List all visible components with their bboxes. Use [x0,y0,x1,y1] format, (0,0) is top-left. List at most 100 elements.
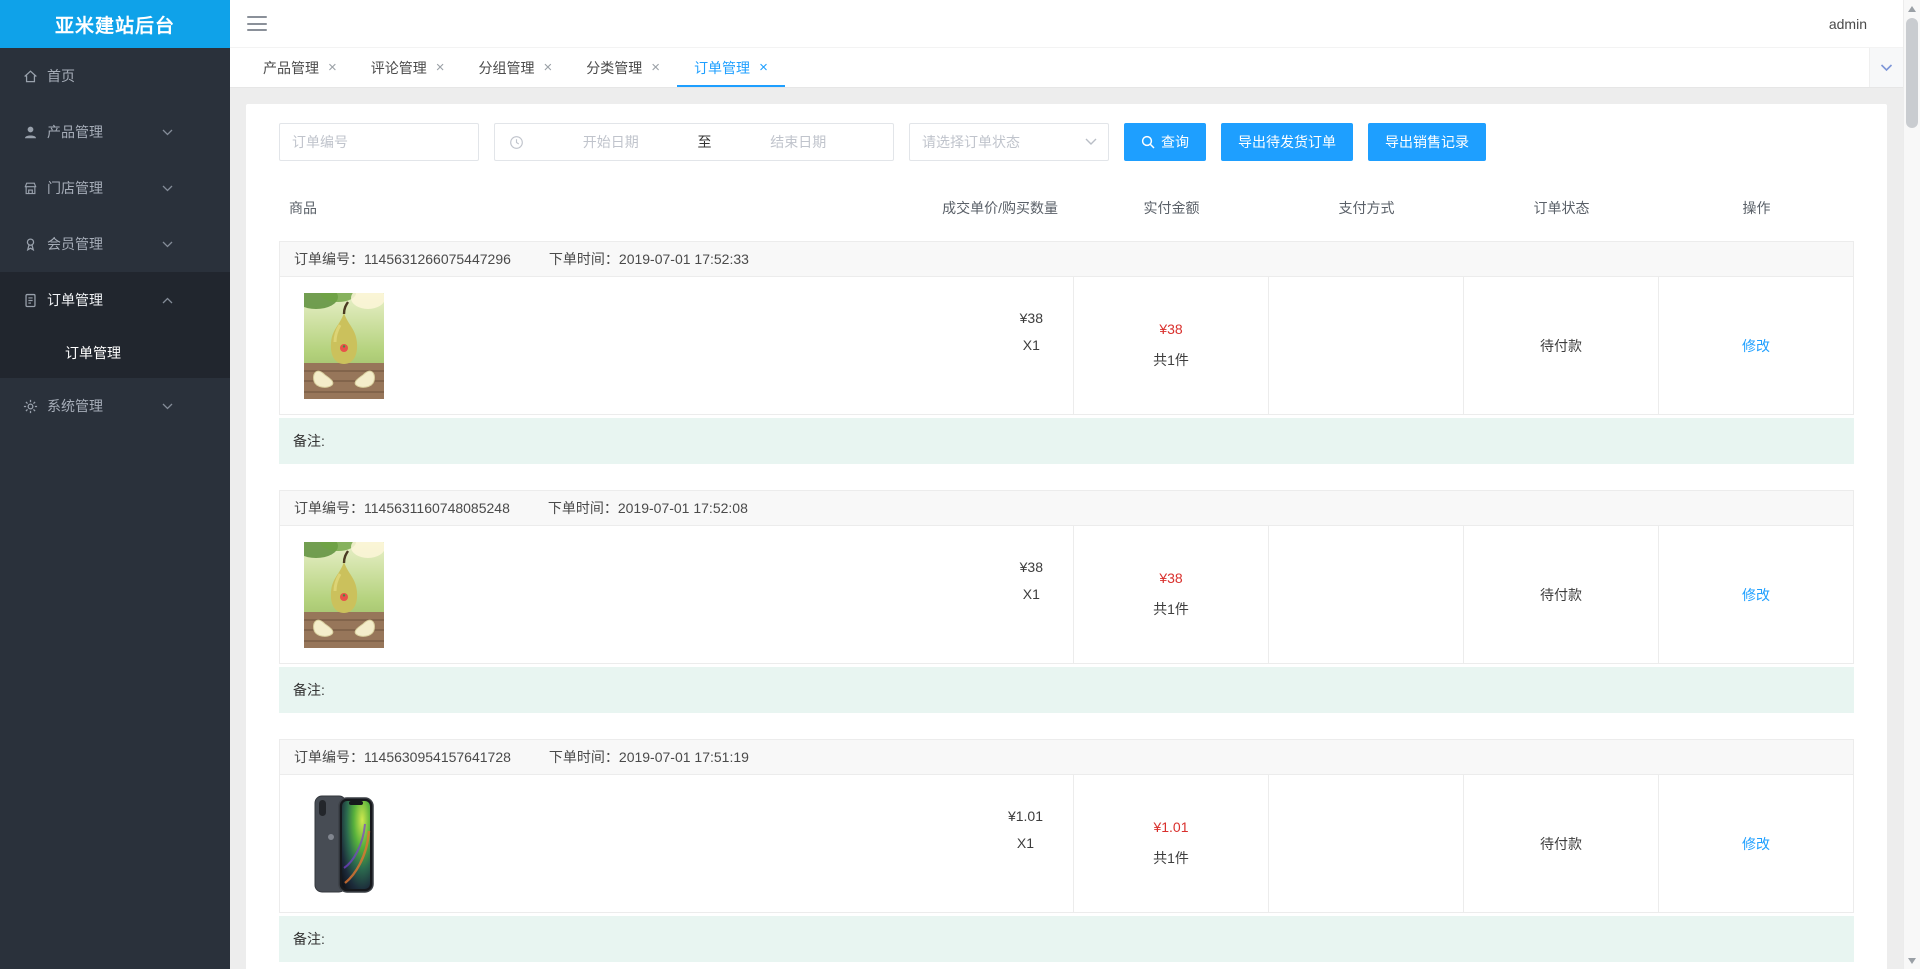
unit-price: ¥38 [1019,559,1043,575]
order-block: 订单编号：1145630954157641728 下单时间：2019-07-01 … [279,739,1854,962]
sidebar-item-3[interactable]: 会员管理 [0,216,230,272]
order-status: 待付款 [1540,337,1582,354]
chevron-down-icon [162,403,173,410]
order-row: ¥38 X1 ¥38 共1件 待付款 修改 [279,277,1854,415]
quantity: X1 [1016,835,1035,851]
order-status-placeholder: 请选择订单状态 [922,134,1020,150]
gear-icon [22,398,39,415]
action-cell: 修改 [1658,526,1853,663]
product-cell: ¥1.01 X1 [280,775,1073,912]
paid-amount-cell: ¥1.01 共1件 [1073,775,1268,912]
paid-amount-cell: ¥38 共1件 [1073,526,1268,663]
quantity: X1 [1022,586,1040,602]
product-cell: ¥38 X1 [280,526,1073,663]
modify-link[interactable]: 修改 [1742,336,1770,356]
action-cell: 修改 [1658,277,1853,414]
tab-4[interactable]: 订单管理 × [677,48,785,87]
order-status-select[interactable]: 请选择订单状态 [909,123,1109,161]
table-header: 商品 成交单价/购买数量 实付金额 支付方式 订单状态 操作 [279,188,1854,228]
top-bar: admin [230,0,1903,48]
order-header-strip: 订单编号：1145631266075447296 下单时间：2019-07-01 … [279,241,1854,277]
item-count: 共1件 [1153,850,1189,866]
chevron-down-icon [1085,138,1097,146]
scrollbar-up-arrow[interactable] [1904,0,1920,17]
tab-bar: 产品管理 × 评论管理 × 分组管理 × 分类管理 × 订单管理 × [230,48,1903,88]
remark-row: 备注: [279,916,1854,962]
tab-close-icon[interactable]: × [544,60,553,75]
hamburger-menu-icon[interactable] [247,16,267,31]
home-icon [22,68,39,85]
chevron-down-icon [162,185,173,192]
paid-amount: ¥38 [1159,321,1183,337]
sidebar-item-label: 产品管理 [47,124,103,140]
price-quantity: ¥38 X1 [1020,542,1043,647]
header-unit-price-qty: 成交单价/购买数量 [942,200,1058,216]
sidebar-item-1[interactable]: 产品管理 [0,104,230,160]
sidebar: 亚米建站后台 首页 产品管理 门店管理 会员管理 订单管理 订单管理 系统管理 [0,0,230,969]
clock-icon [509,135,524,150]
tab-label: 订单管理 [694,59,751,76]
order-time: 下单时间：2019-07-01 17:52:08 [547,500,748,516]
chevron-down-icon [1880,59,1893,77]
tab-2[interactable]: 分组管理 × [462,48,570,87]
date-start-field[interactable]: 开始日期 [530,132,692,152]
tab-close-icon[interactable]: × [328,60,337,75]
orders-list: 订单编号：1145631266075447296 下单时间：2019-07-01 … [279,241,1854,962]
order-block: 订单编号：1145631160748085248 下单时间：2019-07-01 … [279,490,1854,713]
tab-close-icon[interactable]: × [759,60,768,75]
date-range-picker[interactable]: 开始日期 至 结束日期 [494,123,894,161]
modify-link[interactable]: 修改 [1742,585,1770,605]
sidebar-item-2[interactable]: 门店管理 [0,160,230,216]
scrollbar-down-arrow[interactable] [1904,952,1920,969]
tab-label: 分组管理 [478,59,535,76]
modify-link[interactable]: 修改 [1742,834,1770,854]
sidebar-item-5[interactable]: 系统管理 [0,378,230,434]
tab-1[interactable]: 评论管理 × [354,48,462,87]
search-button[interactable]: 查询 [1124,123,1206,161]
tab-close-icon[interactable]: × [436,60,445,75]
tab-0[interactable]: 产品管理 × [246,48,354,87]
sidebar-item-label: 系统管理 [47,398,103,414]
date-end-field[interactable]: 结束日期 [718,132,880,152]
user-menu[interactable]: admin [1829,16,1867,32]
app-logo[interactable]: 亚米建站后台 [0,0,230,48]
price-quantity: ¥38 X1 [1020,293,1043,398]
sidebar-item-label: 门店管理 [47,180,103,196]
remark-row: 备注: [279,418,1854,464]
unit-price: ¥38 [1019,310,1043,326]
tab-more-button[interactable] [1869,48,1903,87]
order-time: 下单时间：2019-07-01 17:51:19 [548,749,749,765]
vertical-scrollbar[interactable] [1903,0,1920,969]
sidebar-subitem-0[interactable]: 订单管理 [0,328,230,378]
order-status: 待付款 [1540,835,1582,852]
action-cell: 修改 [1658,775,1853,912]
store-icon [22,180,39,197]
sidebar-group: 订单管理 订单管理 [0,272,230,378]
chevron-down-icon [162,241,173,248]
order-row: ¥1.01 X1 ¥1.01 共1件 待付款 修改 [279,775,1854,913]
order-status: 待付款 [1540,586,1582,603]
sidebar-group: 首页 [0,48,230,104]
item-count: 共1件 [1153,352,1189,368]
order-time: 下单时间：2019-07-01 17:52:33 [548,251,749,267]
content-card: 开始日期 至 结束日期 请选择订单状态 查询 导出待 [246,104,1887,969]
product-cell: ¥38 X1 [280,277,1073,414]
order-number: 订单编号：1145631266075447296 [294,251,511,267]
tab-close-icon[interactable]: × [651,60,660,75]
order-status-cell: 待付款 [1463,526,1658,663]
sidebar-item-4[interactable]: 订单管理 [0,272,230,328]
iphone-product-photo [304,791,384,897]
sidebar-group: 会员管理 [0,216,230,272]
user-icon [22,124,39,141]
sidebar-item-label: 首页 [47,68,75,84]
tab-3[interactable]: 分类管理 × [569,48,677,87]
chevron-up-icon [162,297,173,304]
item-count: 共1件 [1153,601,1189,617]
sidebar-item-0[interactable]: 首页 [0,48,230,104]
payment-method-cell [1268,277,1463,414]
export-pending-label: 导出待发货订单 [1238,134,1336,150]
export-sales-records-button[interactable]: 导出销售记录 [1368,123,1486,161]
order-number-input[interactable] [279,123,479,161]
export-pending-orders-button[interactable]: 导出待发货订单 [1221,123,1353,161]
scrollbar-thumb[interactable] [1906,18,1918,128]
